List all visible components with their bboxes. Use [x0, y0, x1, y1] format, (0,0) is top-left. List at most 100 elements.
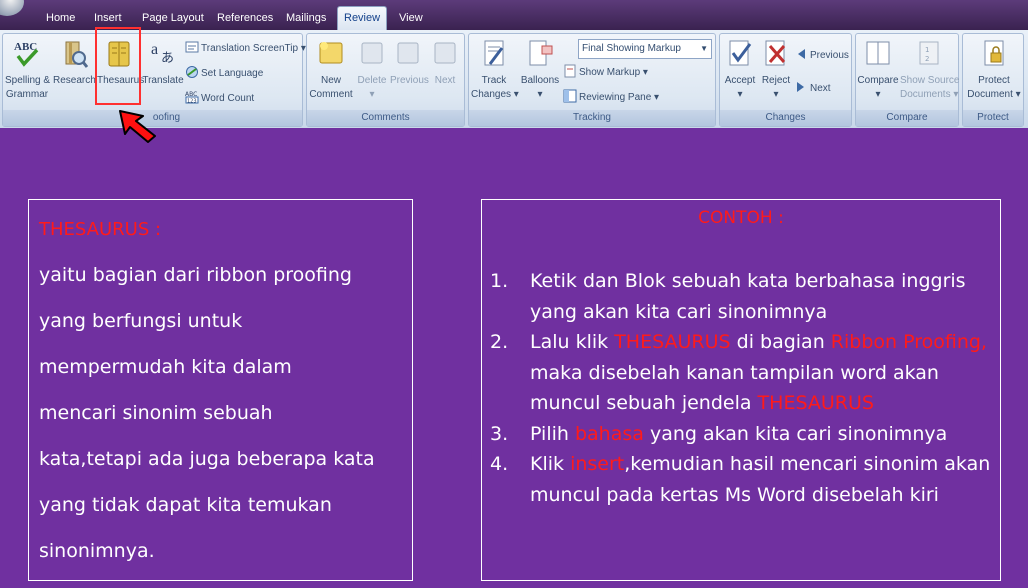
compare-group-label: Compare	[856, 110, 958, 126]
tab-view[interactable]: View	[393, 9, 429, 31]
step-item: 4. Klik insert,kemudian hasil mencari sin…	[490, 449, 995, 510]
definition-line: mencari sinonim sebuah	[39, 402, 273, 424]
step-highlight-text: THESAURUS	[614, 331, 731, 353]
svg-text:123: 123	[187, 99, 197, 105]
lock-icon	[980, 38, 1008, 70]
set-language-button[interactable]: Set Language	[185, 64, 263, 84]
step-text: maka disebelah kanan tampilan word akan …	[530, 361, 939, 415]
svg-text:1: 1	[925, 46, 929, 54]
new-comment-icon	[317, 38, 345, 70]
translation-screentip-button[interactable]: Translation ScreenTip ▾	[185, 39, 306, 59]
ribbon-tab-bar: Home Insert Page Layout References Maili…	[0, 0, 1028, 30]
definition-line: kata,tetapi ada juga beberapa kata	[39, 448, 375, 470]
spelling-grammar-button[interactable]: ABC Spelling & Grammar	[5, 36, 50, 102]
step-number: 4.	[490, 453, 509, 475]
tab-review[interactable]: Review	[337, 6, 388, 30]
reviewing-pane-icon	[563, 89, 577, 103]
show-source-documents-icon: 12	[915, 38, 943, 70]
accept-icon	[726, 38, 754, 70]
pointer-arrow-icon	[117, 108, 159, 148]
step-text: Klik	[530, 453, 571, 475]
step-text: Ketik dan Blok sebuah kata berbahasa ing…	[530, 270, 966, 323]
step-text: Lalu klik	[530, 331, 615, 353]
compare-button[interactable]: Compare ▾	[857, 36, 899, 102]
tracking-group-label: Tracking	[469, 110, 715, 126]
next-comment-button[interactable]: Next	[428, 36, 462, 88]
compare-group: Compare ▾ 12 Show Source Documents ▾ Com…	[855, 33, 959, 127]
display-for-review-select[interactable]: Final Showing Markup ▼	[578, 39, 712, 59]
previous-comment-icon	[394, 38, 422, 70]
step-highlight-text: bahasa	[574, 422, 644, 445]
previous-comment-button[interactable]: Previous	[390, 36, 429, 88]
track-changes-icon	[480, 38, 508, 70]
office-button[interactable]	[0, 0, 24, 16]
delete-comment-icon	[358, 38, 386, 70]
balloons-button[interactable]: Balloons ▾	[519, 36, 561, 102]
spelling-check-icon: ABC	[13, 38, 41, 70]
word-count-icon: ABC 123	[185, 90, 199, 105]
protect-group: Protect Document ▾ Protect	[962, 33, 1024, 127]
definition-line: sinonimnya.	[39, 540, 155, 562]
chevron-down-icon: ▼	[700, 44, 708, 53]
reviewing-pane-button[interactable]: Reviewing Pane ▾	[563, 88, 659, 108]
comments-group: New Comment Delete ▾ Previous Next Comme…	[306, 33, 465, 127]
step-text: di bagian	[730, 331, 831, 353]
translate-icon: a あ	[149, 38, 177, 70]
accept-button[interactable]: Accept ▾	[722, 36, 758, 102]
step-item: 3. Pilih bahasa yang akan kita cari sinon…	[490, 419, 995, 450]
set-language-icon	[185, 65, 199, 79]
changes-group-label: Changes	[720, 110, 851, 126]
comments-group-label: Comments	[307, 110, 464, 126]
thesaurus-highlight-box	[95, 27, 141, 105]
word-count-button[interactable]: ABC 123 Word Count	[185, 89, 254, 109]
delete-comment-button[interactable]: Delete ▾	[355, 36, 389, 102]
next-arrow-icon	[794, 80, 808, 94]
thesaurus-definition-panel: THESAURUS : yaitu bagian dari ribbon pro…	[28, 199, 413, 581]
tab-home[interactable]: Home	[40, 9, 81, 31]
reject-icon	[762, 38, 790, 70]
example-title: CONTOH :	[698, 208, 784, 228]
step-item: 1. Ketik dan Blok sebuah kata berbahasa i…	[490, 266, 995, 327]
example-steps-panel: CONTOH : 1. Ketik dan Blok sebuah kata be…	[481, 199, 1001, 581]
tab-mailings[interactable]: Mailings	[280, 9, 332, 31]
next-comment-icon	[431, 38, 459, 70]
protect-document-button[interactable]: Protect Document ▾	[965, 36, 1023, 102]
show-source-documents-button[interactable]: 12 Show Source Documents ▾	[900, 36, 959, 102]
step-number: 3.	[490, 422, 509, 445]
steps-list: 1. Ketik dan Blok sebuah kata berbahasa i…	[490, 266, 995, 510]
step-text: Pilih	[530, 422, 575, 445]
definition-line: mempermudah kita dalam	[39, 356, 292, 378]
research-button[interactable]: Research	[53, 36, 96, 88]
next-change-button[interactable]: Next	[794, 79, 831, 99]
step-highlight-text: insert	[570, 453, 625, 475]
svg-text:2: 2	[925, 55, 929, 63]
changes-group: Accept ▾ Reject ▾ Previous Next Changes	[719, 33, 852, 127]
step-number: 2.	[490, 331, 509, 353]
translation-screentip-icon	[185, 40, 199, 54]
compare-icon	[864, 38, 892, 70]
track-changes-button[interactable]: Track Changes ▾	[471, 36, 519, 102]
definition-line: yaitu bagian dari ribbon proofing	[39, 264, 352, 286]
new-comment-button[interactable]: New Comment	[309, 36, 353, 102]
previous-change-button[interactable]: Previous	[794, 46, 849, 66]
reject-button[interactable]: Reject ▾	[759, 36, 793, 102]
balloons-icon	[526, 38, 554, 70]
step-item: 2. Lalu klik THESAURUS di bagian Ribbon P…	[490, 327, 995, 419]
research-icon	[60, 38, 89, 70]
show-markup-icon	[563, 64, 577, 78]
step-number: 1.	[490, 270, 509, 292]
step-text: yang akan kita cari sinonimnya	[643, 422, 948, 445]
definition-line: yang berfungsi untuk	[39, 310, 243, 332]
show-markup-button[interactable]: Show Markup ▾	[563, 63, 648, 83]
definition-title: THESAURUS :	[39, 219, 162, 240]
svg-text:a: a	[151, 41, 158, 58]
tab-references[interactable]: References	[211, 9, 279, 31]
svg-text:あ: あ	[161, 51, 174, 66]
definition-line: yang tidak dapat kita temukan	[39, 494, 332, 516]
step-highlight-text: THESAURUS	[757, 392, 874, 414]
translate-button[interactable]: a あ Translate	[142, 36, 184, 88]
tab-page-layout[interactable]: Page Layout	[136, 9, 210, 31]
step-highlight-text: Ribbon Proofing,	[830, 331, 987, 353]
protect-group-label: Protect	[963, 110, 1023, 126]
previous-arrow-icon	[794, 47, 808, 61]
